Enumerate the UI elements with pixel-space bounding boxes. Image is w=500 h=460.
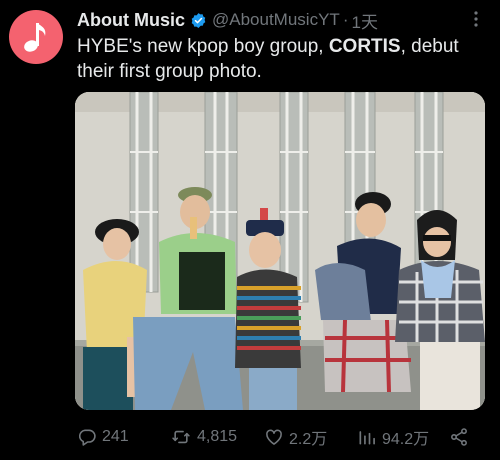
views-count: 94.2万 bbox=[382, 431, 430, 448]
author-avatar[interactable] bbox=[9, 10, 63, 64]
views-button[interactable]: 94.2万 bbox=[357, 424, 429, 450]
group-photo-illustration bbox=[75, 92, 485, 410]
tweet-time[interactable]: 1天 bbox=[351, 8, 377, 33]
retweet-icon bbox=[172, 430, 190, 444]
retweet-count: 4,815 bbox=[197, 428, 238, 445]
views-icon bbox=[359, 431, 375, 445]
separator-dot: · bbox=[342, 10, 349, 29]
tweet-text-part: HYBE's new kpop boy group, bbox=[77, 36, 329, 57]
verified-badge-icon bbox=[191, 12, 206, 28]
reply-count: 241 bbox=[102, 428, 129, 445]
heart-icon bbox=[266, 429, 282, 445]
author-name[interactable]: About Music bbox=[77, 10, 185, 31]
tweet-text-bold: CORTIS bbox=[328, 36, 401, 57]
reply-button[interactable]: 241 bbox=[77, 424, 129, 450]
tweet-header: About Music @AboutMusicYT · 1天 bbox=[77, 8, 466, 33]
tweet-card[interactable]: About Music @AboutMusicYT · 1天 HYBE's ne… bbox=[0, 0, 500, 460]
share-icon bbox=[451, 428, 467, 446]
more-icon bbox=[474, 11, 478, 27]
author-handle[interactable]: @AboutMusicYT bbox=[212, 10, 340, 30]
tweet-text: HYBE's new kpop boy group, CORTIS, debut… bbox=[77, 34, 487, 84]
more-button[interactable] bbox=[468, 10, 484, 28]
like-button[interactable]: 2.2万 bbox=[264, 424, 327, 450]
retweet-button[interactable]: 4,815 bbox=[170, 424, 237, 450]
share-button[interactable] bbox=[449, 424, 469, 450]
music-note-icon bbox=[24, 23, 46, 52]
action-bar: 241 4,815 2.2万 94.2万 bbox=[75, 424, 485, 450]
like-count: 2.2万 bbox=[289, 431, 328, 448]
reply-icon bbox=[78, 429, 96, 446]
tweet-photo[interactable] bbox=[75, 92, 485, 410]
